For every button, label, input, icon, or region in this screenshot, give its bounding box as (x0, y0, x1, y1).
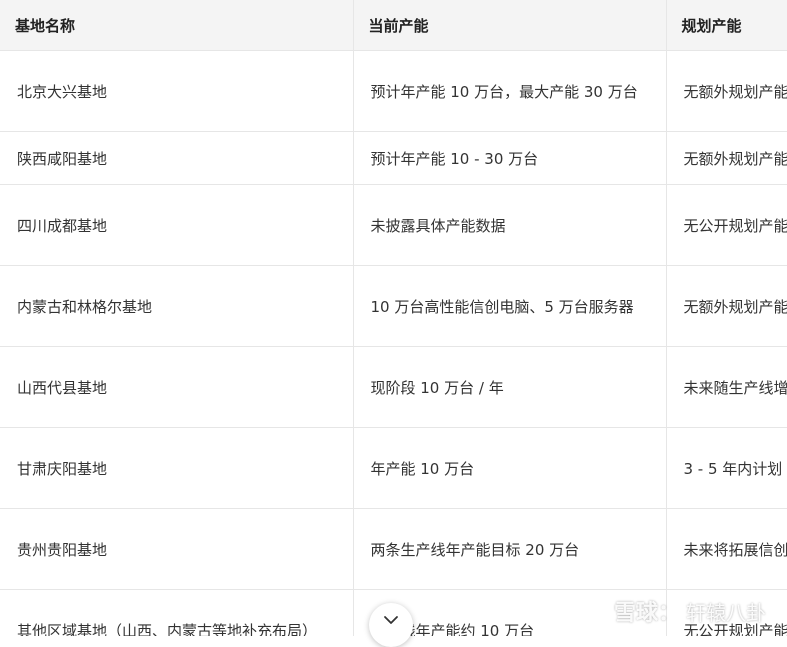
table-cell: 内蒙古和林格尔基地 (0, 265, 354, 347)
header-planned-capacity: 规划产能 (666, 0, 787, 51)
table-cell: 无公开规划产能 (666, 589, 787, 636)
table-cell: 预计年产能 10 万台，最大产能 30 万台 (353, 50, 667, 132)
header-label: 规划产能 (681, 16, 742, 35)
header-current-capacity: 当前产能 (353, 0, 667, 51)
table-cell: 其他区域基地（山西、内蒙古等地补充布局） (0, 589, 354, 636)
table-cell: 未来将拓展信创 (666, 508, 787, 590)
table-cell: 无额外规划产能 (666, 50, 787, 132)
capacity-table: 基地名称 当前产能 规划产能 北京大兴基地 预计年产能 10 万台，最大产能 3… (0, 0, 787, 636)
table-cell: 3 - 5 年内计划 (666, 427, 787, 509)
table-cell: 无额外规划产能 (666, 131, 787, 185)
table-row: 北京大兴基地 预计年产能 10 万台，最大产能 30 万台 无额外规划产能 (0, 50, 787, 132)
table-cell: 山西代县基地 (0, 346, 354, 428)
table-row: 内蒙古和林格尔基地 10 万台高性能信创电脑、5 万台服务器 无额外规划产能 (0, 265, 787, 347)
header-base-name: 基地名称 (0, 0, 354, 51)
table-row: 陕西咸阳基地 预计年产能 10 - 30 万台 无额外规划产能 (0, 131, 787, 185)
table-viewport[interactable]: 基地名称 当前产能 规划产能 北京大兴基地 预计年产能 10 万台，最大产能 3… (0, 0, 787, 636)
chevron-down-icon (384, 616, 398, 624)
table-cell: 两条生产线年产能目标 20 万台 (353, 508, 667, 590)
table-cell: 四川成都基地 (0, 184, 354, 266)
table-row: 甘肃庆阳基地 年产能 10 万台 3 - 5 年内计划 (0, 427, 787, 509)
header-label: 基地名称 (15, 16, 76, 35)
table-cell: 10 万台高性能信创电脑、5 万台服务器 (353, 265, 667, 347)
table-cell: 甘肃庆阳基地 (0, 427, 354, 509)
table-cell: 无公开规划产能 (666, 184, 787, 266)
table-row: 贵州贵阳基地 两条生产线年产能目标 20 万台 未来将拓展信创 (0, 508, 787, 590)
table-row: 四川成都基地 未披露具体产能数据 无公开规划产能 (0, 184, 787, 266)
table-cell: 预计年产能 10 - 30 万台 (353, 131, 667, 185)
table-row: 山西代县基地 现阶段 10 万台 / 年 未来随生产线增加 (0, 346, 787, 428)
table-cell: 无额外规划产能 (666, 265, 787, 347)
table-cell: 北京大兴基地 (0, 50, 354, 132)
table-cell: 贵州贵阳基地 (0, 508, 354, 590)
table-cell: 未披露具体产能数据 (353, 184, 667, 266)
table-cell: 陕西咸阳基地 (0, 131, 354, 185)
scroll-down-button[interactable] (369, 603, 413, 647)
table-cell: 年产能 10 万台 (353, 427, 667, 509)
header-label: 当前产能 (368, 16, 429, 35)
table-cell: 现阶段 10 万台 / 年 (353, 346, 667, 428)
table-header-row: 基地名称 当前产能 规划产能 (0, 0, 787, 51)
table-cell: 未来随生产线增加 (666, 346, 787, 428)
